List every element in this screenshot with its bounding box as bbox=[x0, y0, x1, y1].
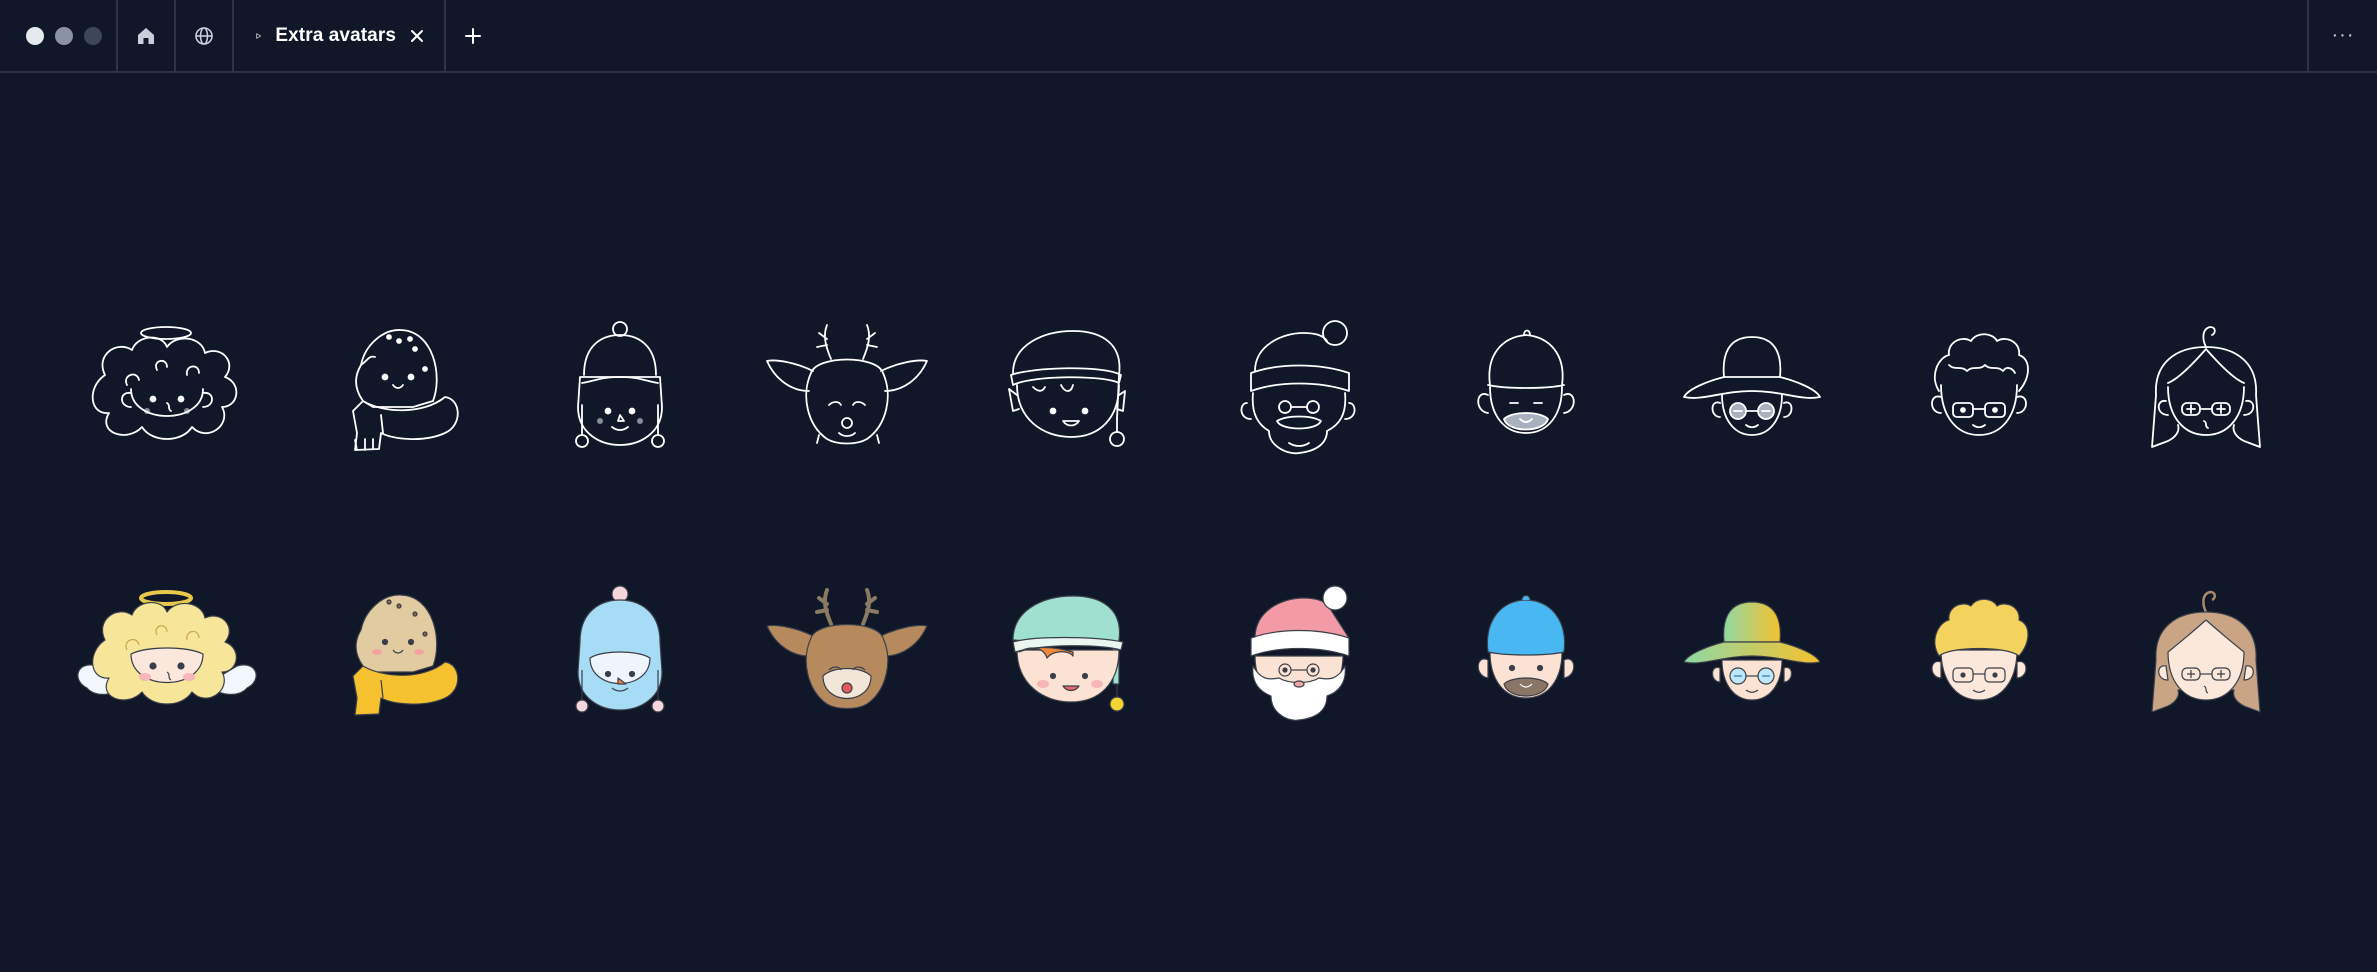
play-icon bbox=[256, 32, 261, 39]
avatar-cookie-outline[interactable] bbox=[293, 315, 493, 465]
globe-button[interactable] bbox=[176, 0, 234, 71]
window-maximize-button[interactable] bbox=[84, 26, 102, 45]
tab-close-button[interactable] bbox=[410, 29, 424, 43]
avatar-cookie-color[interactable] bbox=[293, 580, 493, 730]
home-icon bbox=[138, 27, 154, 44]
avatar-reindeer-outline[interactable] bbox=[747, 315, 947, 465]
tab-extra-avatars[interactable]: Extra avatars bbox=[234, 0, 446, 71]
avatar-elf-color[interactable] bbox=[973, 580, 1173, 730]
avatar-reindeer-color[interactable] bbox=[747, 580, 947, 730]
avatar-elf-outline[interactable] bbox=[973, 315, 1173, 465]
more-icon: ··· bbox=[2331, 24, 2355, 46]
close-icon bbox=[411, 29, 423, 42]
tab-label: Extra avatars bbox=[275, 24, 396, 46]
window-minimize-button[interactable] bbox=[55, 26, 73, 45]
more-button[interactable]: ··· bbox=[2307, 0, 2377, 71]
window-controls bbox=[0, 0, 118, 71]
avatar-snowman-color[interactable] bbox=[520, 580, 720, 730]
avatar-curly-boy-color[interactable] bbox=[1879, 580, 2079, 730]
home-button[interactable] bbox=[118, 0, 176, 71]
avatar-santa-color[interactable] bbox=[1199, 580, 1399, 730]
avatar-cap-boy-outline[interactable] bbox=[1426, 315, 1626, 465]
avatar-bucket-hat-boy-color[interactable] bbox=[1652, 580, 1852, 730]
avatar-bucket-hat-boy-outline[interactable] bbox=[1652, 315, 1852, 465]
avatar-girl-outline[interactable] bbox=[2106, 315, 2306, 465]
avatar-cap-boy-color[interactable] bbox=[1426, 580, 1626, 730]
avatar-angel-outline[interactable] bbox=[67, 315, 267, 465]
plus-icon bbox=[465, 27, 481, 44]
window-close-button[interactable] bbox=[26, 26, 44, 45]
avatar-curly-boy-outline[interactable] bbox=[1879, 315, 2079, 465]
avatar-girl-color[interactable] bbox=[2106, 580, 2306, 730]
title-bar: Extra avatars ··· bbox=[0, 0, 2377, 73]
avatar-grid bbox=[0, 0, 2377, 972]
avatar-santa-outline[interactable] bbox=[1199, 315, 1399, 465]
avatar-snowman-outline[interactable] bbox=[520, 315, 720, 465]
new-tab-button[interactable] bbox=[446, 0, 500, 71]
globe-icon bbox=[195, 26, 213, 45]
avatar-angel-color[interactable] bbox=[67, 580, 267, 730]
